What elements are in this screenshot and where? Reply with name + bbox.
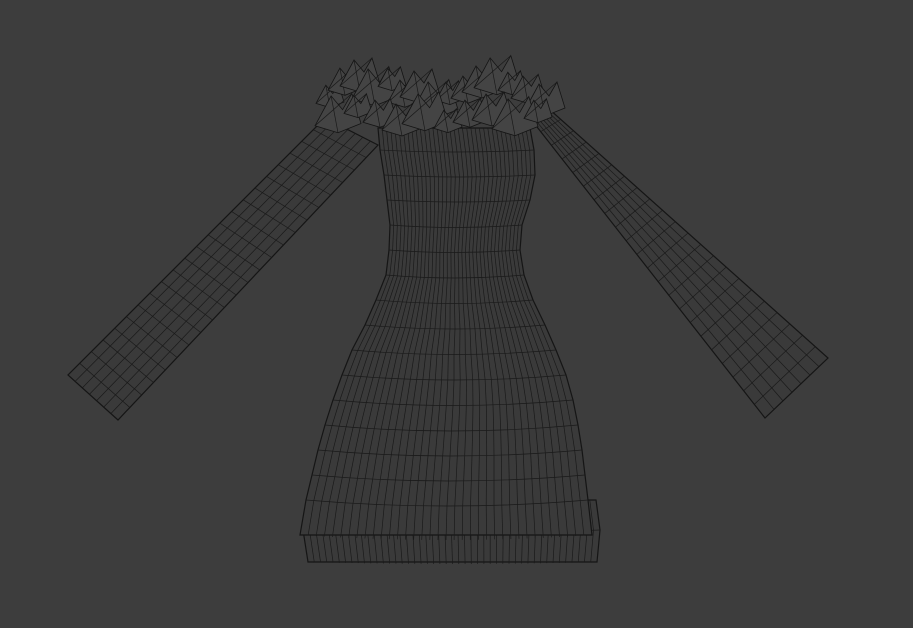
neckline-frills-mesh: [314, 54, 566, 137]
left-sleeve-mesh: [67, 117, 379, 421]
right-sleeve-mesh: [529, 107, 829, 419]
left-sleeve-outline: [67, 117, 379, 421]
wireframe-dress-model[interactable]: [0, 0, 913, 628]
dress-body-outline: [299, 127, 593, 536]
3d-viewport[interactable]: [0, 0, 913, 628]
dress-body-mesh: [299, 127, 593, 541]
